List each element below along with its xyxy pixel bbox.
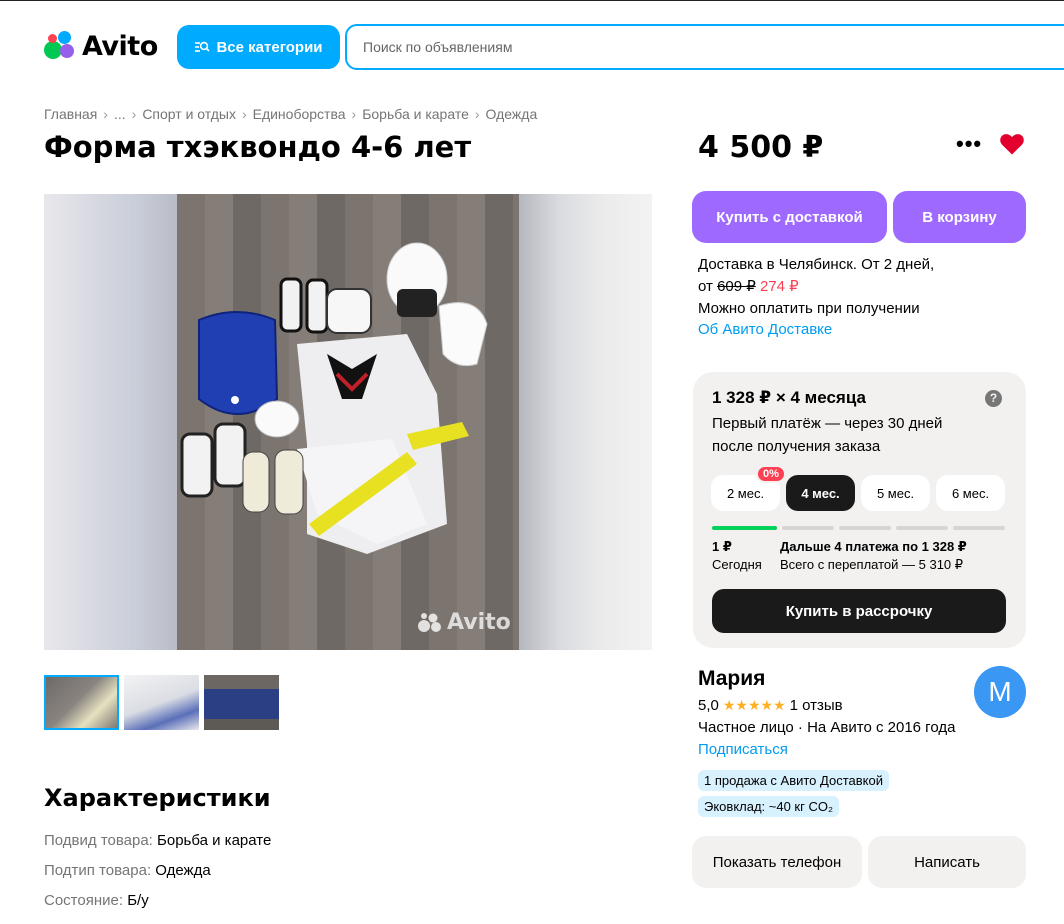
- characteristics-heading: Характеристики: [44, 784, 271, 812]
- all-categories-label: Все категории: [216, 38, 323, 56]
- about-delivery-link[interactable]: Об Авито Доставке: [698, 321, 832, 338]
- watermark-text: Avito: [447, 610, 511, 635]
- gallery-blur-left: [44, 194, 177, 650]
- buy-installment-button[interactable]: Купить в рассрочку: [712, 589, 1006, 633]
- payment-bar: [839, 526, 891, 530]
- month-label: 5 мес.: [876, 485, 915, 501]
- thumbnail-3[interactable]: [204, 675, 279, 730]
- month-selector: 2 мес. 0% 4 мес. 5 мес. 6 мес.: [711, 465, 1005, 511]
- breadcrumb-item-sport[interactable]: Спорт и отдых: [142, 106, 236, 122]
- next-payments-value: Дальше 4 платежа по 1 328 ₽: [780, 539, 967, 554]
- avatar[interactable]: М: [974, 666, 1026, 718]
- breadcrumb-item-home[interactable]: Главная: [44, 106, 97, 122]
- breadcrumb-separator: ›: [351, 106, 357, 122]
- month-option-6[interactable]: 6 мес.: [936, 475, 1005, 511]
- thumbnail-strip: [44, 675, 279, 730]
- star-rating-icon: ★★★★★: [722, 697, 786, 713]
- rating-value: 5,0: [698, 697, 719, 714]
- total-with-overpayment: Всего с переплатой — 5 310 ₽: [780, 557, 964, 572]
- eco-chip[interactable]: Эковклад: ~40 кг CO₂: [698, 796, 840, 817]
- month-label: 2 мес.: [726, 485, 765, 501]
- avito-logo[interactable]: Avito: [44, 28, 158, 64]
- payment-progress: [712, 526, 1005, 530]
- payment-bar: [712, 526, 777, 530]
- categories-search-icon: [195, 41, 211, 52]
- gallery-blur-right: [519, 194, 652, 650]
- more-options-icon[interactable]: •••: [956, 131, 982, 157]
- search-input[interactable]: [345, 24, 1064, 70]
- main-photo[interactable]: Avito: [177, 194, 519, 650]
- month-option-5[interactable]: 5 мес.: [861, 475, 930, 511]
- show-phone-button[interactable]: Показать телефон: [692, 836, 862, 888]
- installment-card: 1 328 ₽ × 4 месяца ? Первый платёж — чер…: [693, 372, 1026, 648]
- thumbnail-2[interactable]: [124, 675, 199, 730]
- reviews-link[interactable]: 1 отзыв: [790, 697, 843, 714]
- spec-row: Состояние: Б/у: [44, 892, 149, 909]
- spec-row: Подтип товара: Одежда: [44, 862, 211, 879]
- payment-bar: [953, 526, 1005, 530]
- delivery-old-price: 609 ₽: [717, 278, 756, 295]
- breadcrumb-separator: ›: [474, 106, 480, 122]
- subscribe-link[interactable]: Подписаться: [698, 741, 788, 758]
- delivery-new-price: 274 ₽: [759, 278, 799, 295]
- spec-value: Б/у: [127, 892, 149, 909]
- buy-with-delivery-button[interactable]: Купить с доставкой: [692, 191, 887, 243]
- month-label: 6 мес.: [951, 485, 990, 501]
- breadcrumb-item-clothing[interactable]: Одежда: [486, 106, 538, 122]
- photo-gallery[interactable]: Avito: [44, 194, 652, 650]
- installment-first-payment: Первый платёж — через 30 дней: [712, 415, 943, 432]
- write-message-button[interactable]: Написать: [868, 836, 1026, 888]
- spec-key: Подвид товара:: [44, 832, 153, 849]
- installment-lead: 1 328 ₽ × 4 месяца: [712, 388, 866, 407]
- thumbnail-1[interactable]: [44, 675, 119, 730]
- taekwondo-gear-illustration: [180, 242, 488, 554]
- add-to-cart-button[interactable]: В корзину: [893, 191, 1026, 243]
- breadcrumb-item-martial-arts[interactable]: Единоборства: [253, 106, 346, 122]
- breadcrumb-item-wrestling-karate[interactable]: Борьба и карате: [362, 106, 469, 122]
- payment-bar: [896, 526, 948, 530]
- breadcrumb-separator: ›: [131, 106, 137, 122]
- month-label: 4 мес.: [801, 485, 840, 501]
- logo-dots-icon: [44, 31, 76, 61]
- today-label: Сегодня: [712, 557, 762, 572]
- breadcrumb-item-ellipsis[interactable]: ...: [114, 106, 126, 122]
- delivery-line: Доставка в Челябинск. От 2 дней,: [698, 256, 935, 273]
- seller-type: Частное лицо · На Авито с 2016 года: [698, 719, 956, 736]
- payment-bar: [782, 526, 834, 530]
- delivery-from: от: [698, 278, 713, 295]
- page-title: Форма тхэквондо 4-6 лет: [44, 130, 472, 164]
- spec-key: Состояние:: [44, 892, 124, 909]
- spec-value: Одежда: [155, 862, 211, 879]
- breadcrumb: Главная › ... › Спорт и отдых › Единобор…: [44, 106, 537, 122]
- today-amount: 1 ₽: [712, 539, 732, 555]
- favorite-heart-icon[interactable]: [998, 130, 1026, 158]
- month-option-4[interactable]: 4 мес.: [786, 475, 855, 511]
- price: 4 500 ₽: [698, 130, 824, 165]
- installment-first-payment-2: после получения заказа: [712, 438, 881, 455]
- pay-on-receipt: Можно оплатить при получении: [698, 300, 920, 317]
- avito-watermark: Avito: [417, 610, 511, 635]
- delivery-price-line: от 609 ₽ 274 ₽: [698, 277, 799, 295]
- today-amount-value: 1 ₽: [712, 539, 732, 554]
- breadcrumb-separator: ›: [103, 106, 108, 122]
- top-border: [0, 0, 1064, 1]
- seller-rating: 5,0 ★★★★★ 1 отзыв: [698, 697, 843, 714]
- watermark-dots-icon: [418, 612, 441, 632]
- breadcrumb-separator: ›: [241, 106, 247, 122]
- all-categories-button[interactable]: Все категории: [177, 25, 340, 69]
- seller-name[interactable]: Мария: [698, 667, 765, 691]
- month-option-2[interactable]: 2 мес. 0%: [711, 465, 786, 511]
- sales-chip: 1 продажа с Авито Доставкой: [698, 770, 889, 791]
- spec-value: Борьба и карате: [157, 832, 272, 849]
- logo-text: Avito: [82, 30, 158, 62]
- zero-percent-badge: 0%: [756, 465, 786, 483]
- help-icon[interactable]: ?: [985, 390, 1002, 407]
- next-payments: Дальше 4 платежа по 1 328 ₽: [780, 539, 967, 555]
- spec-row: Подвид товара: Борьба и карате: [44, 832, 271, 849]
- spec-key: Подтип товара:: [44, 862, 152, 879]
